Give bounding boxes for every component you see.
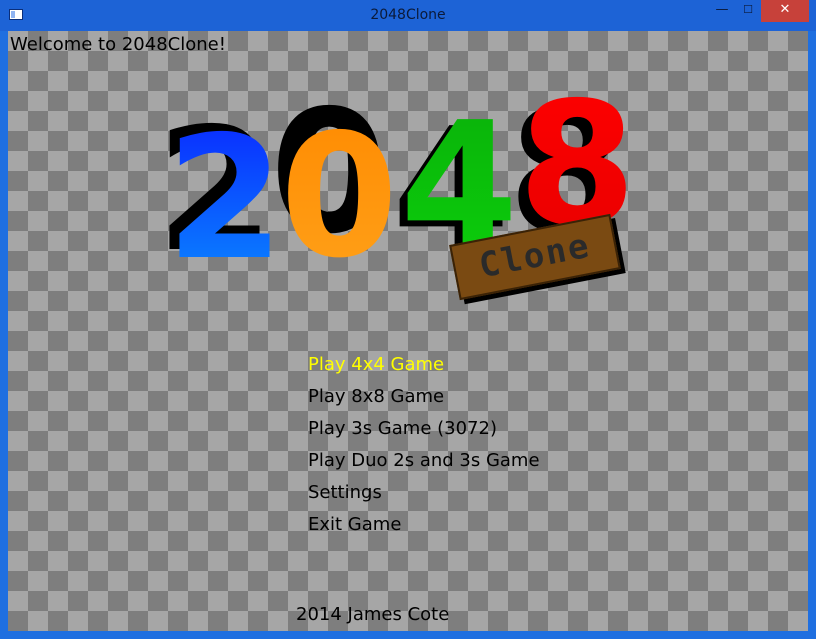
footer-credit: 2014 James Cote bbox=[296, 604, 450, 625]
menu-item-play-8x8[interactable]: Play 8x8 Game bbox=[308, 385, 540, 417]
menu-item-settings[interactable]: Settings bbox=[308, 481, 540, 513]
title-bar: 2048Clone — ☐ ✕ bbox=[0, 0, 816, 31]
maximize-button[interactable]: ☐ bbox=[735, 0, 761, 22]
close-button[interactable]: ✕ bbox=[761, 0, 809, 22]
game-canvas: Welcome to 2048Clone! 2 0 4 8 2 0 4 8 Cl… bbox=[8, 31, 808, 631]
menu-item-play-3s[interactable]: Play 3s Game (3072) bbox=[308, 417, 540, 449]
logo-digit-0: 0 bbox=[280, 98, 398, 296]
minimize-button[interactable]: — bbox=[709, 0, 735, 22]
menu-item-play-4x4[interactable]: Play 4x4 Game bbox=[308, 353, 540, 385]
window-title: 2048Clone bbox=[370, 7, 446, 23]
logo-digit-2: 2 bbox=[166, 100, 284, 298]
menu-item-exit[interactable]: Exit Game bbox=[308, 513, 540, 545]
main-menu: Play 4x4 Game Play 8x8 Game Play 3s Game… bbox=[308, 353, 540, 545]
menu-item-play-duo[interactable]: Play Duo 2s and 3s Game bbox=[308, 449, 540, 481]
